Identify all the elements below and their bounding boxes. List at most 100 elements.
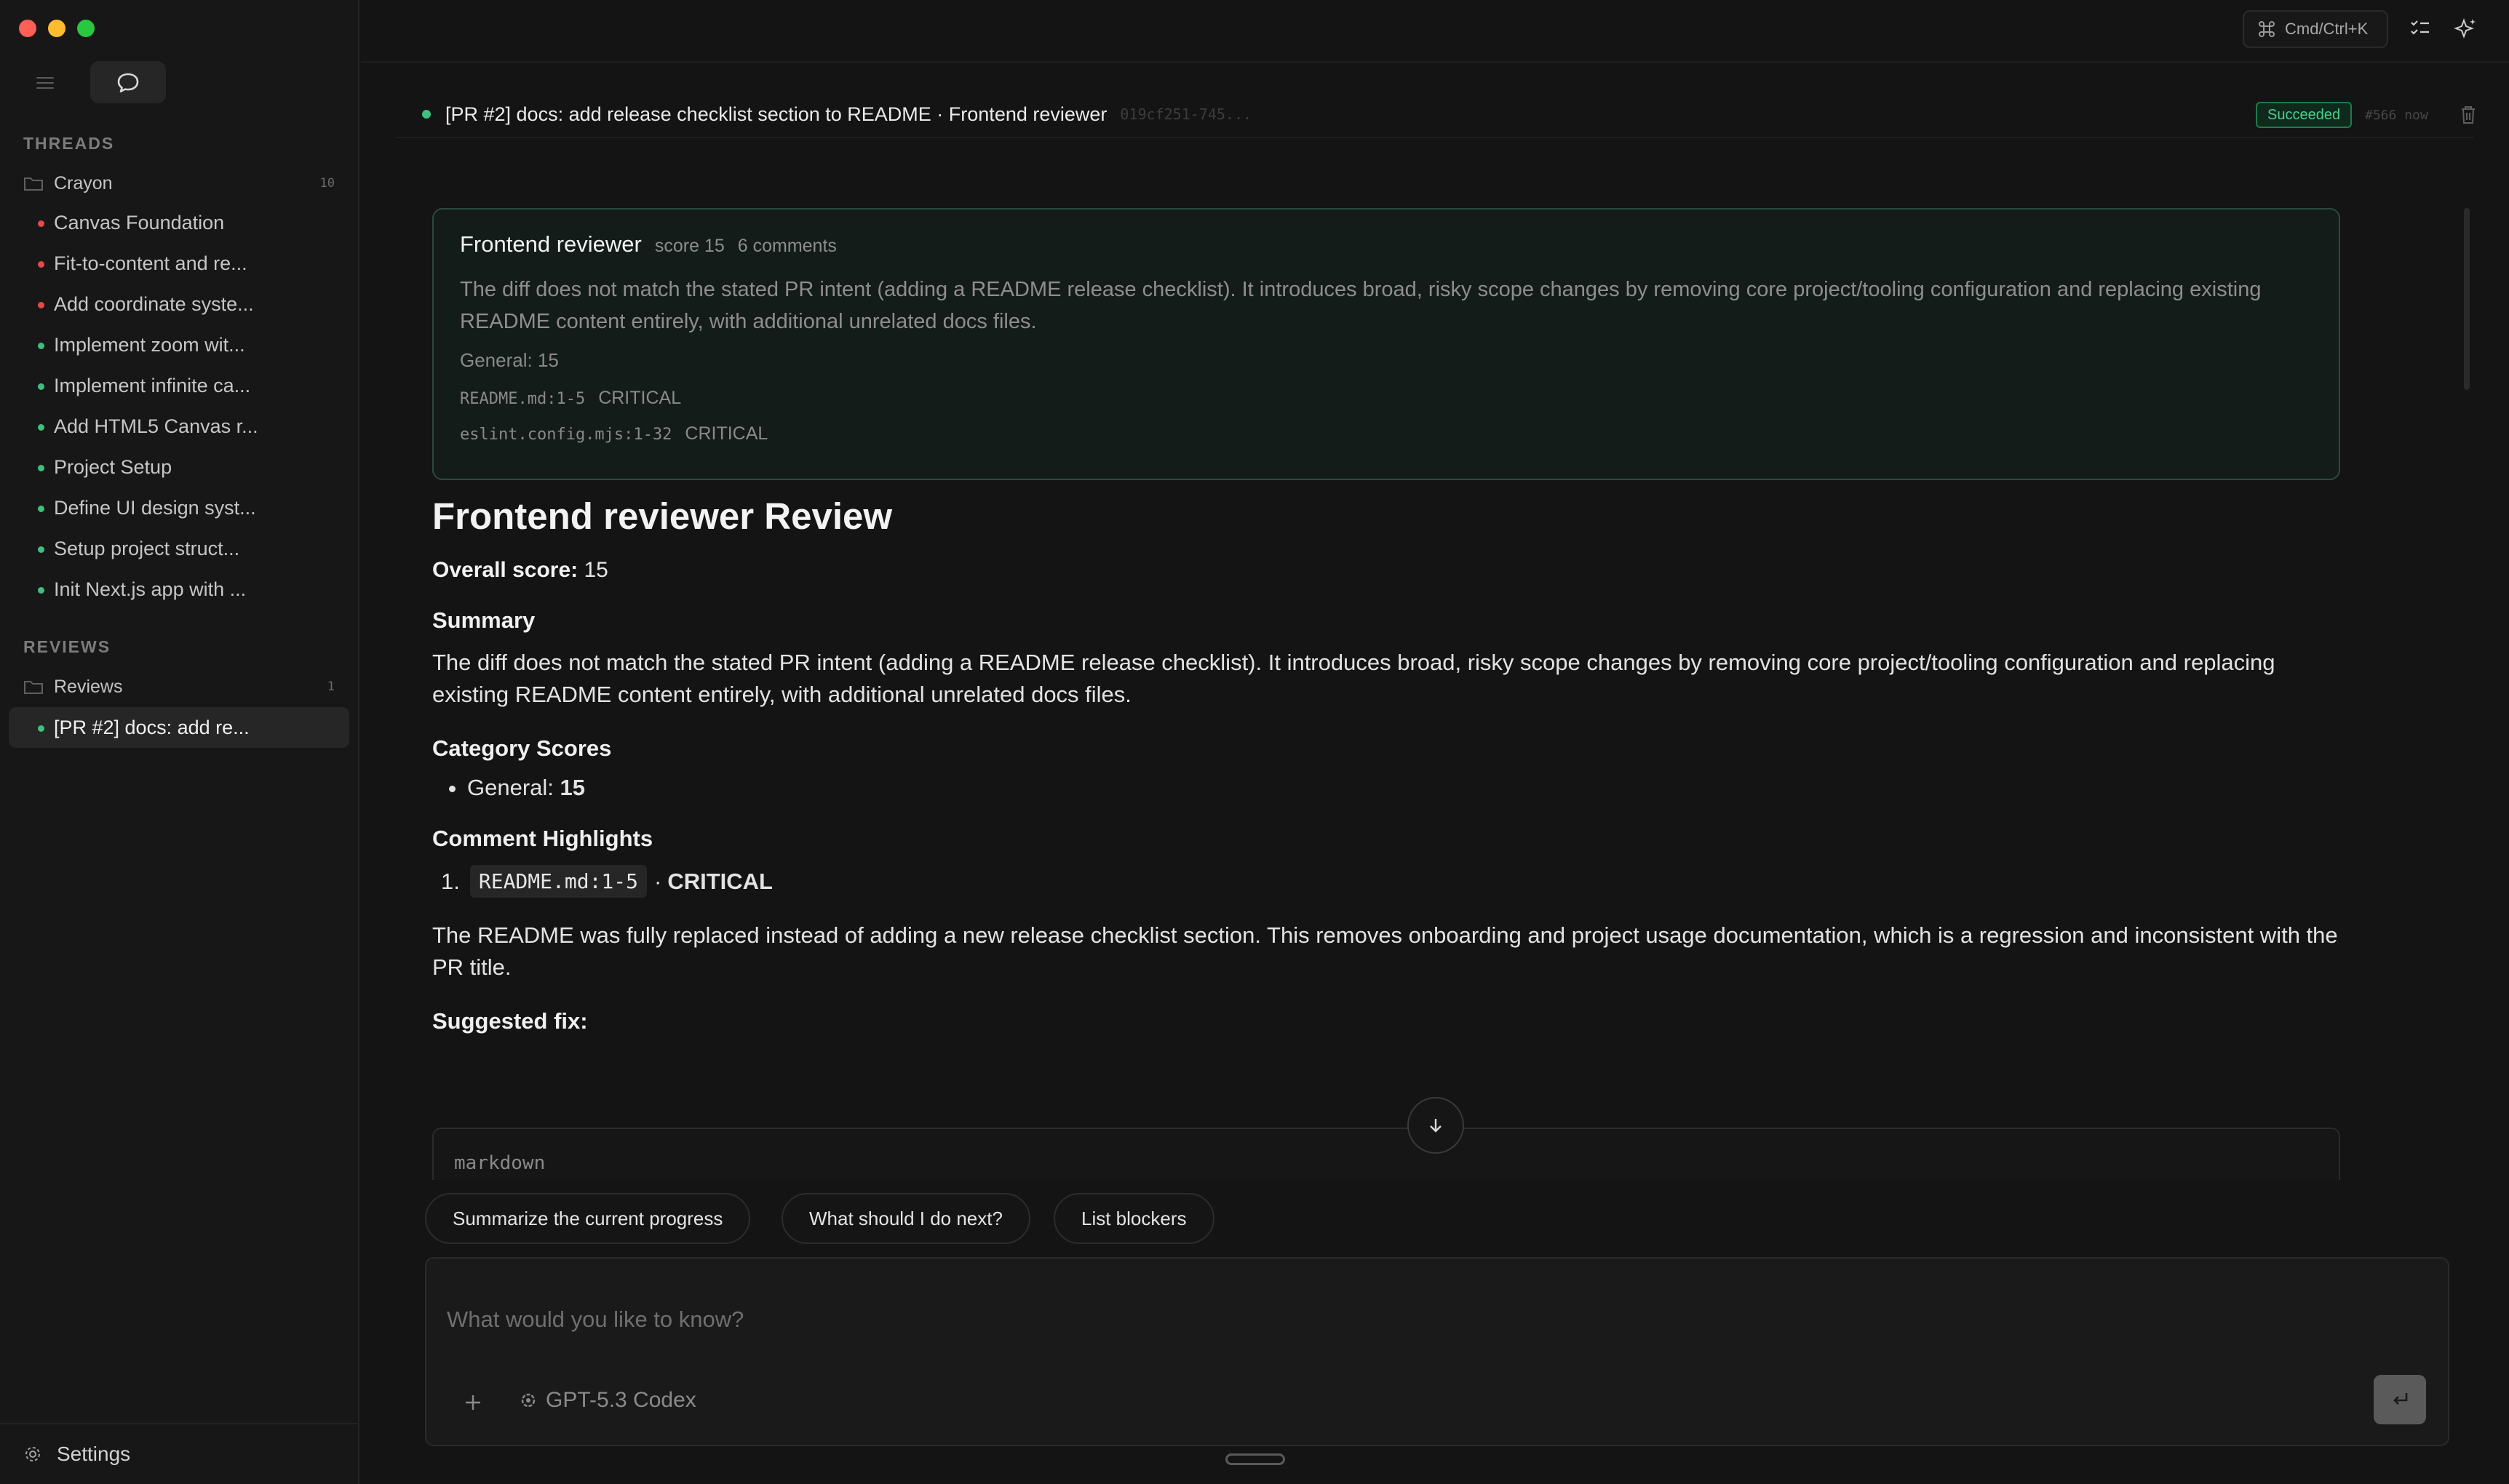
status-dot (38, 587, 44, 594)
status-dot (38, 302, 44, 308)
summary-text: The diff does not match the stated PR in… (432, 650, 2275, 707)
threads-folder-count: 10 (319, 176, 335, 191)
item-label: Implement zoom wit... (54, 333, 245, 356)
app-window: THREADS Crayon 10 Canvas Foundation Fit-t… (0, 0, 2509, 1484)
thread-item[interactable]: Implement zoom wit... (9, 324, 349, 365)
review-heading: Frontend reviewer Review (432, 495, 893, 537)
item-label: [PR #2] docs: add re... (54, 716, 250, 738)
openai-logo-icon (521, 1393, 536, 1408)
thread-item[interactable]: Init Next.js app with ... (9, 569, 349, 610)
status-dot (38, 465, 44, 471)
new-chat-button[interactable] (90, 61, 166, 103)
status-dot (38, 261, 44, 268)
overall-score-value: 15 (584, 558, 608, 582)
suggestion-chip[interactable]: What should I do next? (782, 1193, 1030, 1244)
run-hash: 019cf251-745... (1120, 105, 1252, 123)
shortcut-label: Cmd/Ctrl+K (2285, 20, 2369, 38)
review-summary-card: Frontend reviewer score 15 6 comments Th… (432, 208, 2340, 480)
status-dot (38, 725, 44, 732)
thread-item[interactable]: Fit-to-content and re... (9, 243, 349, 284)
threads-folder[interactable]: Crayon 10 (23, 167, 335, 199)
reviews-folder[interactable]: Reviews 1 (23, 671, 335, 703)
highlight-number: 1. (441, 868, 460, 894)
highlight-separator: · (654, 868, 662, 894)
card-general-score: General: 15 (460, 349, 559, 371)
status-dot (38, 424, 44, 431)
model-selector[interactable]: GPT-5.3 Codex (520, 1388, 696, 1413)
category-score-list: General: 15 (467, 775, 2340, 801)
run-number: #566 (2365, 108, 2397, 123)
category-name: General: (467, 775, 554, 800)
gear-icon (25, 1447, 40, 1461)
highlight-code: README.md:1-5 (469, 865, 648, 898)
card-issue[interactable]: README.md:1-5 CRITICAL (460, 388, 2313, 409)
review-item[interactable]: [PR #2] docs: add re... (9, 707, 349, 748)
thread-item[interactable]: Add coordinate syste... (9, 284, 349, 324)
item-label: Add HTML5 Canvas r... (54, 415, 258, 437)
category-score-item: General: 15 (467, 775, 2340, 801)
item-label: Init Next.js app with ... (54, 578, 247, 600)
issue-location: eslint.config.mjs:1-32 (460, 426, 672, 444)
overall-score: Overall score: 15 (432, 558, 2340, 583)
thread-item[interactable]: Add HTML5 Canvas r... (9, 406, 349, 447)
run-meta: #566 now (2365, 108, 2428, 123)
run-status-dot (422, 110, 431, 119)
card-issue[interactable]: eslint.config.mjs:1-32 CRITICAL (460, 423, 2313, 444)
model-name: GPT-5.3 Codex (546, 1388, 696, 1412)
checklist-icon[interactable] (2407, 16, 2433, 42)
thread-item[interactable]: Project Setup (9, 447, 349, 487)
code-language: markdown (454, 1152, 546, 1174)
reviews-folder-name: Reviews (54, 676, 123, 697)
sidebar-toggle-icon[interactable] (33, 71, 57, 95)
maximize-window-button[interactable] (77, 20, 95, 37)
comment-highlights-heading: Comment Highlights (432, 826, 653, 851)
suggestion-chip[interactable]: List blockers (1054, 1193, 1214, 1244)
settings-button[interactable]: Settings (0, 1423, 358, 1484)
status-badge: Succeeded (2256, 102, 2353, 128)
reviewer-name: Frontend reviewer (460, 231, 642, 257)
enter-arrow-icon (2393, 1393, 2408, 1405)
highlight-text: The README was fully replaced instead of… (432, 922, 2338, 980)
issue-location: README.md:1-5 (460, 390, 586, 408)
run-time: now (2404, 108, 2428, 123)
delete-icon[interactable] (2455, 102, 2481, 128)
thread-item[interactable]: Setup project struct... (9, 528, 349, 569)
status-dot (38, 546, 44, 553)
item-label: Define UI design syst... (54, 496, 256, 519)
review-score: score 15 (654, 236, 725, 256)
minimize-window-button[interactable] (48, 20, 65, 37)
add-attachment-icon[interactable] (463, 1392, 483, 1413)
code-block: markdown (432, 1128, 2340, 1180)
chat-bubble-icon (117, 73, 139, 92)
sidebar: THREADS Crayon 10 Canvas Foundation Fit-t… (0, 0, 359, 1484)
close-window-button[interactable] (19, 20, 36, 37)
issue-severity: CRITICAL (598, 388, 682, 408)
review-list: [PR #2] docs: add re... (9, 707, 349, 748)
window-controls (19, 20, 95, 37)
run-header: [PR #2] docs: add release checklist sect… (396, 92, 2475, 138)
status-dot (38, 220, 44, 227)
category-value: 15 (560, 775, 586, 800)
message-composer[interactable]: What would you like to know? GPT-5.3 Cod… (425, 1257, 2449, 1446)
thread-item[interactable]: Define UI design syst... (9, 487, 349, 528)
resize-handle[interactable] (1225, 1453, 1285, 1465)
thread-item[interactable]: Implement infinite ca... (9, 365, 349, 406)
send-button[interactable] (2374, 1375, 2426, 1424)
status-dot (38, 506, 44, 512)
run-title: [PR #2] docs: add release checklist sect… (445, 103, 1108, 125)
content-scrollbar[interactable] (2464, 208, 2470, 390)
reviews-folder-count: 1 (327, 679, 335, 694)
folder-icon (24, 681, 43, 694)
thread-item[interactable]: Canvas Foundation (9, 202, 349, 243)
sparkle-icon[interactable] (2452, 16, 2478, 42)
threads-folder-name: Crayon (54, 172, 113, 194)
suggestion-chip[interactable]: Summarize the current progress (425, 1193, 751, 1244)
status-dot (38, 343, 44, 349)
summary-heading: Summary (432, 607, 536, 633)
card-summary: The diff does not match the stated PR in… (460, 278, 2262, 333)
scroll-to-bottom-button[interactable] (1407, 1097, 1464, 1154)
item-label: Fit-to-content and re... (54, 252, 247, 274)
command-palette-button[interactable]: Cmd/Ctrl+K (2243, 10, 2388, 48)
composer-input[interactable]: What would you like to know? (447, 1307, 744, 1333)
category-scores-heading: Category Scores (432, 735, 612, 761)
